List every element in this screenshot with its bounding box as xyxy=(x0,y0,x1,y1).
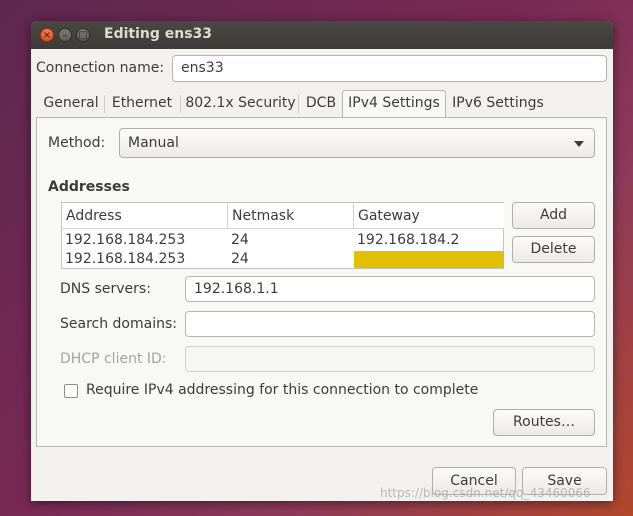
netmask-cell[interactable]: 24 xyxy=(228,249,354,269)
gateway-cell[interactable]: 192.168.184.2 xyxy=(354,230,504,250)
tab-ipv4-settings[interactable]: IPv4 Settings xyxy=(342,90,446,117)
tab-ethernet[interactable]: Ethernet xyxy=(107,91,177,117)
search-domains-input[interactable] xyxy=(185,311,595,337)
maximize-window-button[interactable]: □ xyxy=(76,28,90,42)
dhcp-client-id-input xyxy=(185,346,595,372)
require-ipv4-checkbox[interactable] xyxy=(64,384,78,398)
tab-separator xyxy=(298,95,299,113)
minimize-icon: – xyxy=(62,30,68,41)
column-header-address[interactable]: Address xyxy=(62,203,228,229)
tab-dcb[interactable]: DCB xyxy=(301,91,341,117)
chevron-down-icon xyxy=(574,141,584,147)
window-title: Editing ens33 xyxy=(104,26,213,42)
require-ipv4-label[interactable]: Require IPv4 addressing for this connect… xyxy=(86,382,478,398)
dns-servers-label: DNS servers: xyxy=(60,281,151,297)
method-label: Method: xyxy=(48,135,106,151)
close-icon: × xyxy=(42,30,52,41)
watermark-text: https://blog.csdn.net/qq_43460066 xyxy=(380,486,591,500)
connection-name-input[interactable]: ens33 xyxy=(172,55,607,82)
column-header-netmask[interactable]: Netmask xyxy=(228,203,354,229)
address-cell[interactable]: 192.168.184.253 xyxy=(62,249,228,269)
minimize-window-button[interactable]: – xyxy=(58,28,72,42)
tab-802-1x-security[interactable]: 802.1x Security xyxy=(183,91,298,117)
maximize-icon: □ xyxy=(78,30,88,41)
tab-ipv6-settings[interactable]: IPv6 Settings xyxy=(448,91,548,117)
column-header-gateway[interactable]: Gateway xyxy=(354,203,504,229)
dhcp-client-id-label: DHCP client ID: xyxy=(60,351,167,367)
tab-general[interactable]: General xyxy=(39,91,103,117)
netmask-cell[interactable]: 24 xyxy=(228,230,354,250)
close-window-button[interactable]: × xyxy=(40,28,54,42)
tab-separator xyxy=(104,95,105,113)
connection-name-label: Connection name: xyxy=(36,60,165,76)
titlebar[interactable]: × – □ Editing ens33 xyxy=(31,21,613,49)
addresses-heading: Addresses xyxy=(48,179,130,195)
addresses-table[interactable]: Address Netmask Gateway 192.168.184.253 … xyxy=(61,202,504,269)
network-connection-editor-window: × – □ Editing ens33 Connection name: ens… xyxy=(31,21,613,501)
search-domains-label: Search domains: xyxy=(60,316,177,332)
gateway-cell-editing[interactable] xyxy=(354,251,504,268)
address-cell[interactable]: 192.168.184.253 xyxy=(62,230,228,250)
delete-address-button[interactable]: Delete xyxy=(512,236,595,263)
routes-button[interactable]: Routes… xyxy=(493,409,595,436)
dns-servers-input[interactable]: 192.168.1.1 xyxy=(185,276,595,302)
method-dropdown[interactable]: Manual xyxy=(119,128,595,158)
method-value: Manual xyxy=(128,135,179,151)
tab-separator xyxy=(180,95,181,113)
add-address-button[interactable]: Add xyxy=(512,202,595,229)
